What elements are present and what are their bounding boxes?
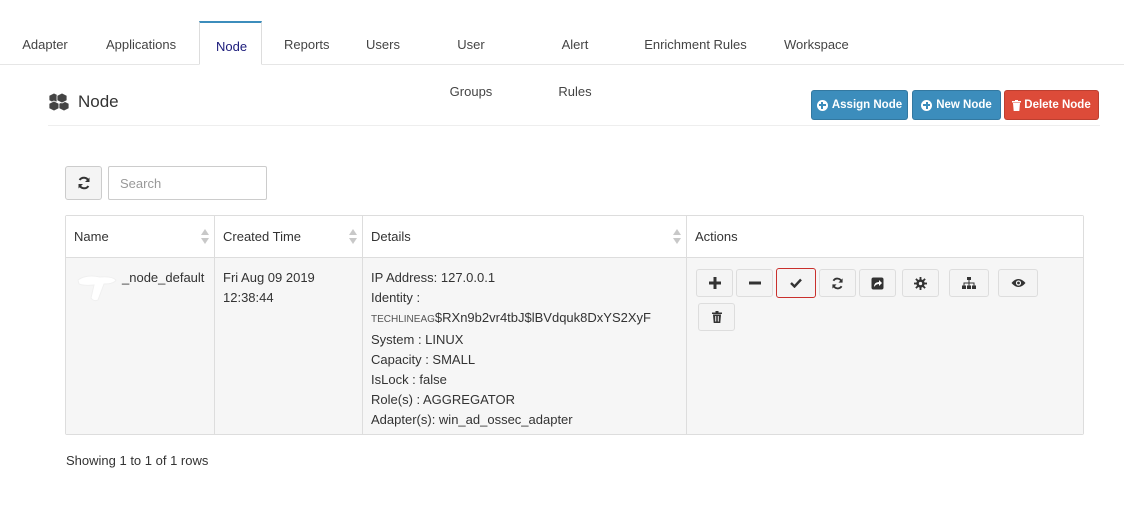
cell-details: IP Address: 127.0.0.1 Identity : TECHLIN… [363,258,687,434]
assign-node-button[interactable]: Assign Node [811,90,908,120]
created-time: 12:38:44 [223,290,274,305]
detail-identity-label: Identity : [371,290,421,305]
check-icon [790,278,802,288]
detail-islock: IsLock : false [371,372,447,387]
pagination-summary: Showing 1 to 1 of 1 rows [66,453,209,468]
share-action-button[interactable] [859,269,896,297]
tab-reports[interactable]: Reports [268,21,344,65]
tab-enrichment-rules[interactable]: Enrichment Rules [628,21,763,65]
refresh-icon [832,277,843,289]
add-action-button[interactable] [696,269,733,297]
detail-adapters: Adapter(s): win_ad_ossec_adapter [371,412,573,427]
detail-capacity: Capacity : SMALL [371,352,476,367]
share-square-icon [871,277,884,289]
tab-alert-rules[interactable]: Alert Rules [529,21,621,99]
column-header-created-time[interactable]: Created Time [215,216,363,258]
trash-icon [711,311,722,323]
cell-created-time: Fri Aug 09 2019 12:38:44 [215,258,363,434]
column-header-label: Details [371,229,411,244]
nodes-table: Name Created Time Details Actions _node_… [65,215,1084,435]
detail-roles: Role(s) : AGGREGATOR [371,392,515,407]
node-name: _node_default [122,270,205,285]
assign-node-label: Assign Node [831,99,903,111]
cell-name: _node_default [66,258,215,434]
trash-icon [1012,99,1022,111]
page-header: Node Assign Node New Node Delete Node [48,88,1100,126]
sort-icon [349,229,357,245]
minus-icon [748,281,761,285]
refresh-action-button[interactable] [819,269,856,297]
sitemap-icon [962,277,976,289]
cubes-icon [48,92,70,112]
approve-action-button[interactable] [776,268,816,298]
table-row: _node_default Fri Aug 09 2019 12:38:44 I… [66,258,1083,434]
page-title: Node [78,92,119,111]
column-header-label: Name [74,229,109,244]
column-header-details[interactable]: Details [363,216,687,258]
tab-applications[interactable]: Applications [90,21,192,65]
column-header-actions: Actions [687,216,1083,258]
delete-node-button[interactable]: Delete Node [1004,90,1099,120]
gear-icon [914,276,927,290]
column-header-label: Actions [695,229,738,244]
nav-tabs: Adapter Applications Node Reports Users … [0,0,1124,99]
eye-icon [1011,279,1025,287]
tab-users[interactable]: Users [350,21,414,65]
hierarchy-action-button[interactable] [949,269,989,297]
tab-adapter[interactable]: Adapter [5,21,85,65]
detail-identity: TECHLINEAG$RXn9b2vr4tbJ$lBVdquk8DxYS2XyF [371,308,678,330]
tab-node[interactable]: Node [199,21,262,65]
new-node-label: New Node [936,99,992,111]
column-header-label: Created Time [223,229,302,244]
plus-circle-icon [816,99,828,111]
refresh-button[interactable] [65,166,102,200]
identity-value: $RXn9b2vr4tbJ$lBVdquk8DxYS2XyF [434,310,651,325]
plus-circle-icon [921,99,933,111]
cell-actions [687,258,1083,434]
tab-workspace[interactable]: Workspace [768,21,864,65]
delete-node-label: Delete Node [1024,99,1091,111]
sort-icon [673,229,681,245]
remove-action-button[interactable] [736,269,773,297]
view-action-button[interactable] [998,269,1038,297]
sort-icon [201,229,209,245]
plus-icon [708,277,721,289]
search-input[interactable] [108,166,267,200]
new-node-button[interactable]: New Node [912,90,1001,120]
page-title-wrap: Node [48,92,119,112]
settings-action-button[interactable] [902,269,939,297]
tab-user-groups[interactable]: User Groups [420,21,522,99]
detail-system: System : LINUX [371,332,464,347]
created-date: Fri Aug 09 2019 [223,270,315,285]
detail-ip: IP Address: 127.0.0.1 [371,270,496,285]
refresh-icon [78,176,89,190]
column-header-name[interactable]: Name [66,216,215,258]
redaction-mark [77,275,117,302]
delete-action-button[interactable] [698,303,735,331]
identity-prefix: TECHLINEAG [371,314,435,325]
